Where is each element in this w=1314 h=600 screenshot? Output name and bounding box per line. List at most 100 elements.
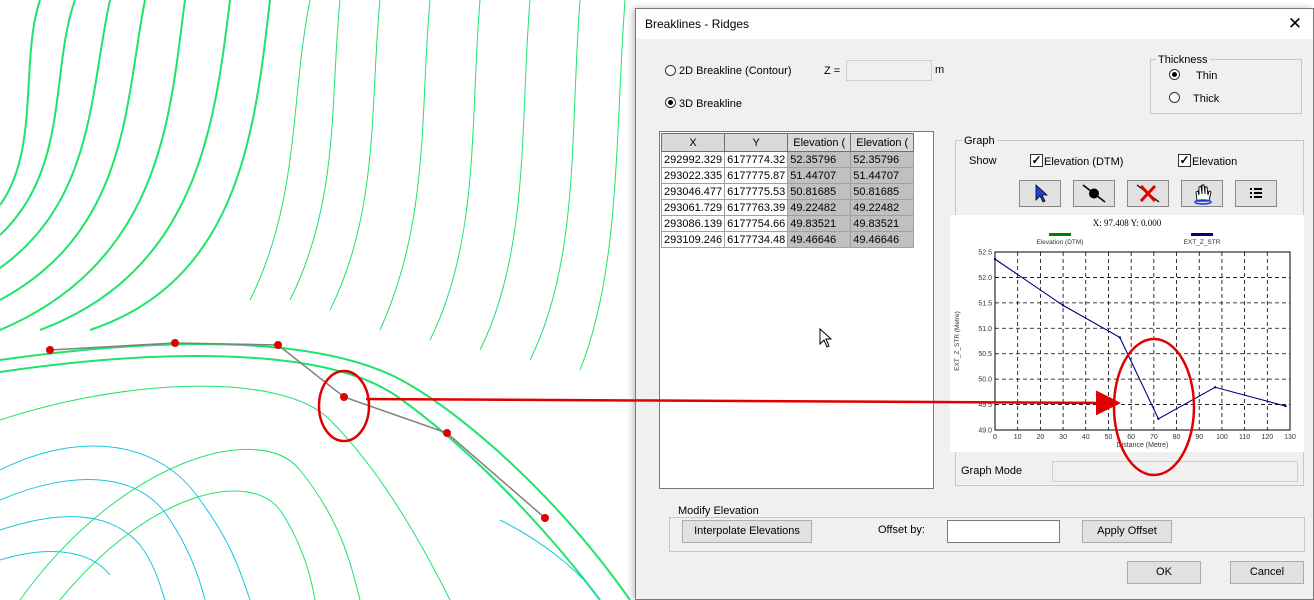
y-tick-label: 52.5 (978, 250, 992, 257)
cell-elevation[interactable]: 52.35796 (787, 151, 852, 168)
contour-line (289, 0, 341, 301)
checkbox-elevation[interactable]: ✓ (1178, 154, 1191, 167)
y-tick-label: 51.5 (978, 300, 992, 307)
contour-line (0, 0, 76, 236)
series-point (1157, 417, 1160, 421)
contour-line (39, 0, 231, 331)
x-tick-label: 110 (1239, 434, 1250, 441)
cell-elevation[interactable]: 49.83521 (787, 215, 852, 232)
cell-elevation-dtm[interactable]: 49.46646 (850, 231, 915, 248)
breakline-vertex (443, 429, 451, 437)
column-header-elevation-2[interactable]: Elevation ( (850, 133, 915, 152)
graph-mode-field[interactable] (1052, 461, 1298, 482)
contour-line (59, 490, 316, 600)
x-tick-label: 30 (1059, 434, 1067, 441)
checkbox-elevation-dtm[interactable]: ✓ (1030, 154, 1043, 167)
cell-elevation-dtm[interactable]: 50.81685 (850, 183, 915, 200)
chart-background (950, 215, 1304, 452)
cell-elevation-dtm[interactable]: 52.35796 (850, 151, 915, 168)
table-row[interactable]: 293022.335 6177775.87 51.44707 51.44707 (660, 167, 915, 184)
legend-swatch (1191, 233, 1213, 236)
cell-elevation[interactable]: 49.22482 (787, 199, 852, 216)
apply-offset-button[interactable]: Apply Offset (1082, 520, 1172, 543)
column-header-y[interactable]: Y (724, 133, 789, 152)
radio-3d-label: 3D Breakline (679, 98, 742, 110)
add-point-button[interactable] (1073, 180, 1115, 207)
x-tick-label: 60 (1127, 434, 1135, 441)
x-tick-label: 130 (1284, 434, 1296, 441)
series-point (1118, 336, 1122, 339)
column-header-x[interactable]: X (660, 133, 726, 152)
y-tick-label: 52.0 (978, 275, 992, 282)
cell-elevation[interactable]: 51.44707 (787, 167, 852, 184)
z-label: Z = (824, 65, 841, 77)
pan-hand-button[interactable] (1181, 180, 1223, 207)
x-tick-label: 50 (1105, 434, 1113, 441)
cancel-button[interactable]: Cancel (1230, 561, 1304, 584)
select-arrow-button[interactable] (1019, 180, 1061, 207)
list-icon (1250, 188, 1262, 198)
y-tick-label: 50.5 (978, 351, 992, 358)
cell-elevation[interactable]: 49.46646 (787, 231, 852, 248)
cell-x[interactable]: 292992.329 (660, 151, 726, 168)
chart-readout: X: 97.408 Y: 0.000 (1093, 218, 1162, 228)
elevation-profile-chart[interactable]: X: 97.408 Y: 0.000 Elevation (DTM) EXT_Z_S… (950, 215, 1304, 452)
cell-x[interactable]: 293061.729 (660, 199, 726, 216)
table-row[interactable]: 292992.329 6177774.32 52.35796 52.35796 (660, 151, 915, 168)
x-tick-label: 80 (1173, 434, 1181, 441)
breakline-vertex (274, 341, 282, 349)
contour-line (0, 355, 601, 600)
list-button[interactable] (1235, 180, 1277, 207)
y-tick-label: 49.5 (978, 402, 992, 409)
radio-thin[interactable] (1169, 69, 1180, 80)
highlight-circle (317, 369, 371, 443)
checkbox-elevation-dtm-label: Elevation (DTM) (1044, 156, 1124, 168)
breakline-path (49, 342, 546, 519)
radio-3d-breakline[interactable] (665, 97, 676, 108)
series-point (1061, 304, 1065, 307)
cell-y[interactable]: 6177754.66 (724, 215, 789, 232)
table-row[interactable]: 293061.729 6177763.39 49.22482 49.22482 (660, 199, 915, 216)
radio-2d-label: 2D Breakline (Contour) (679, 65, 792, 77)
cell-elevation[interactable]: 50.81685 (787, 183, 852, 200)
legend-label: Elevation (DTM) (1037, 239, 1084, 246)
cell-x[interactable]: 293086.139 (660, 215, 726, 232)
y-axis-label: EXT_Z_STR (Metre) (954, 311, 961, 371)
x-tick-label: 20 (1036, 434, 1044, 441)
select-arrow-icon (1035, 184, 1049, 203)
close-icon[interactable]: ✕ (1283, 12, 1307, 36)
delete-point-icon (1136, 184, 1160, 203)
column-header-elevation-1[interactable]: Elevation ( (787, 133, 852, 152)
cell-y[interactable]: 6177774.32 (724, 151, 789, 168)
ok-button[interactable]: OK (1127, 561, 1201, 584)
thickness-group (1150, 59, 1302, 114)
contour-line (0, 479, 206, 600)
contour-line (479, 0, 531, 351)
cell-x[interactable]: 293022.335 (660, 167, 726, 184)
cell-elevation-dtm[interactable]: 49.22482 (850, 199, 915, 216)
points-table-container[interactable]: X Y Elevation ( Elevation ( 292992.329 6… (659, 131, 934, 489)
table-row[interactable]: 293109.246 6177734.48 49.46646 49.46646 (660, 231, 915, 248)
contour-line (0, 385, 451, 600)
radio-2d-breakline[interactable] (665, 65, 676, 76)
cell-elevation-dtm[interactable]: 49.83521 (850, 215, 915, 232)
cell-y[interactable]: 6177734.48 (724, 231, 789, 248)
interpolate-elevations-button[interactable]: Interpolate Elevations (682, 520, 812, 543)
radio-thick[interactable] (1169, 92, 1180, 103)
y-tick-label: 51.0 (978, 326, 992, 333)
cell-elevation-dtm[interactable]: 51.44707 (850, 167, 915, 184)
checkbox-elevation-label: Elevation (1192, 156, 1238, 168)
offset-input[interactable] (947, 520, 1060, 543)
contour-line (429, 0, 481, 341)
cell-x[interactable]: 293046.477 (660, 183, 726, 200)
cell-y[interactable]: 6177775.53 (724, 183, 789, 200)
delete-point-button[interactable] (1127, 180, 1169, 207)
table-row[interactable]: 293086.139 6177754.66 49.83521 49.83521 (660, 215, 915, 232)
x-axis-label: Distance (Metre) (1117, 442, 1169, 449)
cell-y[interactable]: 6177775.87 (724, 167, 789, 184)
cell-y[interactable]: 6177763.39 (724, 199, 789, 216)
breakline-vertex (340, 393, 348, 401)
cell-x[interactable]: 293109.246 (660, 231, 726, 248)
z-value-field[interactable] (846, 60, 932, 81)
table-row[interactable]: 293046.477 6177775.53 50.81685 50.81685 (660, 183, 915, 200)
